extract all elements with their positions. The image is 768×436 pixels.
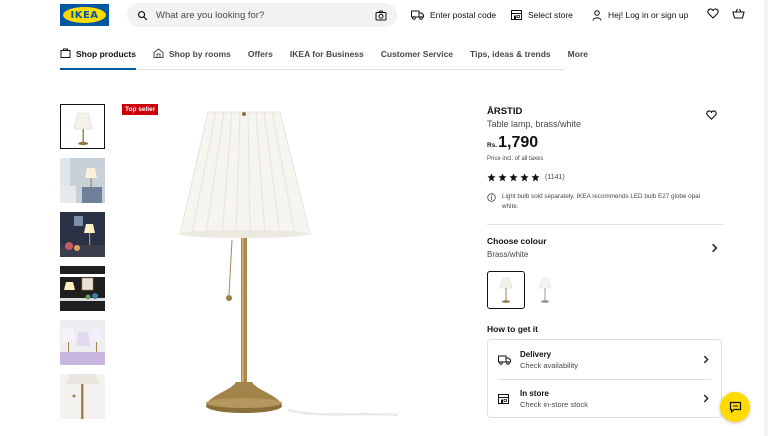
thumbnail-5[interactable] [60, 320, 105, 365]
colour-swatch-alt[interactable] [526, 271, 564, 309]
nav-label: Offers [247, 49, 273, 59]
login-label: Hej! Log in or sign up [608, 10, 689, 20]
nav-label: More [567, 49, 588, 59]
bulb-info-text: Light bulb sold separately. IKEA recomme… [502, 193, 701, 210]
chevron-right-icon [703, 355, 709, 364]
lamp-detail-image [60, 374, 105, 419]
in-store-title: In store [520, 388, 549, 398]
fulfilment-options: Delivery Check availability In store Che… [487, 339, 722, 418]
nav-shop-by-rooms[interactable]: Shop by rooms [153, 46, 231, 70]
shopping-bag-icon [60, 48, 71, 58]
delivery-subtitle: Check availability [520, 360, 578, 370]
ikea-logo[interactable]: IKEA [60, 4, 109, 26]
search-bar[interactable]: What are you looking for? [127, 3, 397, 27]
postal-code-link[interactable]: Enter postal code [411, 7, 496, 23]
chevron-right-icon[interactable] [711, 243, 718, 253]
price-currency: Rs. [487, 142, 498, 149]
shopping-bag-icon[interactable] [732, 8, 745, 19]
bulb-info-note: Light bulb sold separately. IKEA recomme… [487, 192, 717, 211]
nav-customer-service[interactable]: Customer Service [381, 46, 453, 70]
store-icon [511, 10, 522, 20]
lamp-swatch-image [538, 277, 552, 303]
top-seller-badge: Top seller [122, 104, 159, 115]
product-price: Rs. 1,790 [487, 134, 538, 152]
nav-label: Shop products [76, 49, 136, 59]
logo-oval: IKEA [63, 7, 106, 23]
main-product-image[interactable] [170, 100, 410, 430]
chat-icon [729, 401, 741, 413]
product-description: Table lamp, brass/white [487, 119, 582, 129]
select-store-link[interactable]: Select store [511, 7, 573, 23]
nav-label: Tips, ideas & trends [470, 49, 551, 59]
in-store-option[interactable]: In store Check in-store stock [488, 379, 721, 418]
lamp-bedroom-image [60, 158, 105, 203]
star-icon [531, 173, 540, 182]
house-icon [153, 48, 164, 58]
star-icon [487, 173, 496, 182]
choose-colour-heading[interactable]: Choose colour [487, 236, 547, 246]
nav-ikea-for-business[interactable]: IKEA for Business [290, 46, 364, 70]
search-icon [138, 10, 148, 20]
select-store-label: Select store [528, 10, 573, 20]
price-amount: 1,790 [498, 134, 539, 151]
nav-label: Shop by rooms [168, 49, 231, 59]
nav-label: IKEA for Business [289, 49, 364, 59]
how-to-get-it-heading: How to get it [487, 324, 538, 334]
chat-button[interactable] [720, 392, 750, 422]
thumbnail-6[interactable] [60, 374, 105, 419]
camera-icon[interactable] [375, 10, 387, 21]
logo-text: IKEA [70, 9, 99, 21]
store-icon [498, 393, 509, 404]
nav-label: Customer Service [380, 49, 454, 59]
delivery-title: Delivery [520, 349, 552, 359]
scrollbar[interactable] [764, 0, 768, 436]
truck-icon [411, 10, 424, 20]
postal-code-label: Enter postal code [430, 10, 497, 20]
colour-swatch-brass-white[interactable] [487, 271, 525, 309]
review-count: (1141) [545, 174, 565, 181]
thumbnail-4[interactable] [60, 266, 105, 311]
star-icon [509, 173, 518, 182]
lamp-thumbnail-image [73, 112, 93, 146]
thumbnail-3[interactable] [60, 212, 105, 257]
star-icon [520, 173, 529, 182]
nav-tips-ideas[interactable]: Tips, ideas & trends [470, 46, 551, 70]
star-icon [498, 173, 507, 182]
user-icon [592, 9, 602, 21]
divider [487, 224, 723, 225]
lamp-dark-room-image [60, 212, 105, 257]
truck-icon [498, 355, 511, 365]
thumbnail-2[interactable] [60, 158, 105, 203]
price-tax-note: Price incl. of all taxes [487, 156, 544, 162]
thumbnail-1[interactable] [60, 104, 105, 149]
nav-more[interactable]: More [568, 46, 588, 70]
add-to-favourites-heart-icon[interactable] [706, 110, 717, 120]
selected-colour: Brass/white [487, 250, 529, 259]
delivery-option[interactable]: Delivery Check availability [488, 340, 721, 379]
lamp-shelf-image [60, 266, 105, 311]
lamps-group-image [60, 320, 105, 365]
product-rating[interactable]: (1141) [487, 173, 565, 182]
main-nav: Shop products Shop by rooms Offers IKEA … [60, 46, 588, 70]
lamp-swatch-image [499, 277, 513, 303]
heart-icon[interactable] [707, 8, 719, 19]
info-icon [487, 193, 496, 202]
product-name: ÅRSTID [487, 106, 523, 117]
nav-shop-products[interactable]: Shop products [60, 46, 136, 70]
search-placeholder: What are you looking for? [156, 9, 265, 21]
nav-offers[interactable]: Offers [248, 46, 273, 70]
chevron-right-icon [703, 394, 709, 403]
login-link[interactable]: Hej! Log in or sign up [592, 7, 688, 23]
in-store-subtitle: Check in-store stock [520, 399, 588, 409]
